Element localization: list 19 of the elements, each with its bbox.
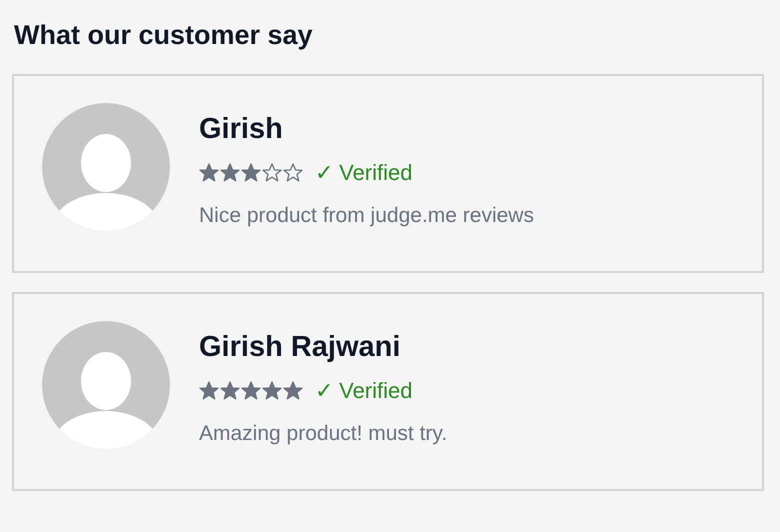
star-icon xyxy=(220,163,240,183)
reviewer-name: Girish xyxy=(199,112,284,146)
avatar-icon xyxy=(42,321,170,449)
section-title: What our customer say xyxy=(14,19,314,52)
verified-label: ✓ Verified xyxy=(315,378,412,404)
review-text: Nice product from judge.me reviews xyxy=(199,204,534,228)
star-icon xyxy=(262,381,282,401)
star-icon xyxy=(283,381,303,401)
star-icon xyxy=(199,163,219,183)
star-icon xyxy=(283,163,303,183)
review-text: Amazing product! must try. xyxy=(199,422,448,446)
star-icon xyxy=(262,163,282,183)
avatar-icon xyxy=(42,103,170,231)
star-icon xyxy=(241,163,261,183)
verified-label: ✓ Verified xyxy=(315,160,412,186)
star-icon xyxy=(199,381,219,401)
star-icon xyxy=(220,381,240,401)
star-icon xyxy=(241,381,261,401)
reviewer-name: Girish Rajwani xyxy=(199,330,402,364)
